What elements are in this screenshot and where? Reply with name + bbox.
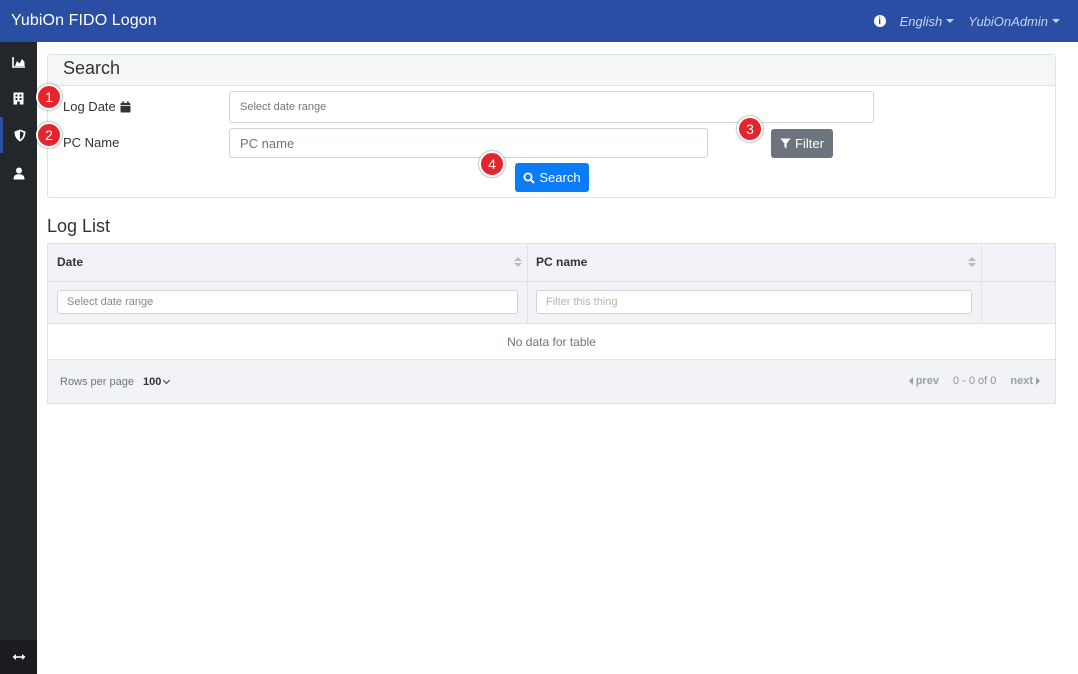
- caret-right-icon: [1036, 377, 1040, 385]
- search-title: Search: [48, 55, 1055, 86]
- sidebar-item-security[interactable]: [0, 117, 37, 153]
- user-label: YubiOnAdmin: [968, 13, 1048, 29]
- pc-name-label: PC Name: [63, 135, 120, 150]
- table-header-row: Date PC name: [48, 244, 1055, 282]
- search-card: Search Log Date PC Name Filter Search: [47, 54, 1056, 198]
- app-title[interactable]: YubiOn FIDO Logon: [11, 12, 157, 30]
- table-filter-row: Select date range Filter this thing: [48, 282, 1055, 324]
- arrows-horizontal-icon: [12, 654, 25, 660]
- table-footer: Rows per page 100 prev 0 - 0 of 0 next: [48, 360, 1055, 403]
- callout-marker-1: 1: [36, 84, 62, 110]
- navbar-right: i English YubiOnAdmin: [873, 0, 1060, 42]
- log-date-label-group: Log Date: [63, 99, 131, 114]
- top-navbar: YubiOn FIDO Logon i English YubiOnAdmin: [0, 0, 1078, 42]
- filter-icon: [780, 138, 791, 149]
- next-page-button[interactable]: next: [1010, 375, 1040, 387]
- search-button[interactable]: Search: [515, 163, 589, 192]
- user-dropdown[interactable]: YubiOnAdmin: [968, 14, 1060, 29]
- language-label: English: [899, 13, 943, 29]
- pc-name-input[interactable]: [229, 128, 708, 158]
- pc-name-filter-input[interactable]: Filter this thing: [536, 290, 972, 314]
- next-label: next: [1010, 375, 1033, 387]
- sidebar-item-dashboard[interactable]: [0, 44, 37, 80]
- page-range-info: 0 - 0 of 0: [952, 375, 997, 387]
- callout-marker-3: 3: [737, 116, 763, 142]
- sidebar-item-organization[interactable]: [0, 80, 37, 116]
- user-icon: [13, 167, 24, 179]
- sidebar-toggle-button[interactable]: [0, 640, 37, 674]
- chart-area-icon: [11, 57, 25, 68]
- sort-icon[interactable]: [514, 257, 522, 269]
- pagination: prev 0 - 0 of 0 next: [908, 375, 1040, 387]
- log-date-label: Log Date: [63, 99, 116, 114]
- caret-down-icon: [946, 19, 955, 23]
- callout-marker-4: 4: [479, 151, 505, 177]
- info-circle-icon[interactable]: i: [873, 15, 886, 27]
- rows-per-page-value: 100: [143, 376, 162, 388]
- column-header-pc-name[interactable]: PC name: [527, 244, 982, 282]
- column-header-date[interactable]: Date: [48, 244, 527, 282]
- sidebar-item-users[interactable]: [0, 155, 37, 191]
- rows-per-page-select[interactable]: 100: [143, 376, 171, 388]
- language-dropdown[interactable]: English: [900, 14, 955, 29]
- callout-marker-2: 2: [36, 122, 62, 148]
- shield-icon: [14, 129, 26, 141]
- caret-left-icon: [908, 377, 913, 385]
- filter-button[interactable]: Filter: [771, 129, 833, 158]
- caret-down-icon: [1052, 19, 1060, 23]
- search-button-label: Search: [539, 170, 581, 185]
- log-list-title: Log List: [47, 216, 111, 236]
- prev-page-button[interactable]: prev: [908, 375, 939, 387]
- column-divider: [527, 244, 528, 324]
- search-icon: [523, 172, 536, 184]
- column-divider: [981, 244, 982, 324]
- date-filter-input[interactable]: Select date range: [57, 290, 518, 314]
- log-date-range-input[interactable]: [229, 91, 874, 123]
- sort-icon[interactable]: [968, 257, 976, 269]
- calendar-icon: [120, 100, 131, 112]
- filter-button-label: Filter: [795, 136, 824, 151]
- sidebar: [0, 42, 37, 674]
- prev-label: prev: [915, 375, 939, 387]
- log-table: Date PC name Select date range Filter th…: [47, 243, 1056, 404]
- chevron-down-icon: [163, 376, 171, 385]
- rows-per-page-label: Rows per page: [60, 376, 134, 388]
- building-icon: [13, 92, 24, 104]
- empty-table-message: No data for table: [48, 324, 1055, 360]
